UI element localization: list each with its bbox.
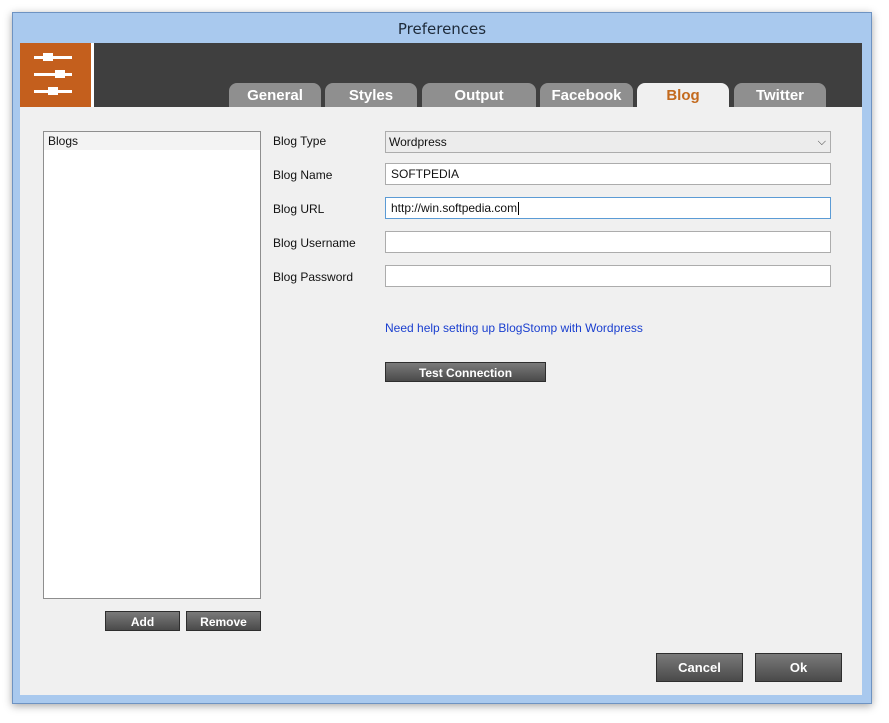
blog-username-label: Blog Username bbox=[273, 236, 356, 250]
blog-url-label: Blog URL bbox=[273, 202, 325, 216]
blog-name-field[interactable]: SOFTPEDIA bbox=[385, 163, 831, 185]
blog-type-label: Blog Type bbox=[273, 134, 327, 148]
tab-blog[interactable]: Blog bbox=[637, 83, 729, 107]
blog-name-value: SOFTPEDIA bbox=[391, 167, 460, 181]
tab-output[interactable]: Output bbox=[422, 83, 536, 107]
tab-general[interactable]: General bbox=[229, 83, 321, 107]
blog-url-field[interactable]: http://win.softpedia.com bbox=[385, 197, 831, 219]
test-connection-button[interactable]: Test Connection bbox=[385, 362, 546, 382]
window-content: General Styles Output Facebook Blog Twit… bbox=[20, 43, 862, 695]
remove-button[interactable]: Remove bbox=[186, 611, 261, 631]
blog-password-field[interactable] bbox=[385, 265, 831, 287]
title-bar[interactable]: Preferences bbox=[13, 13, 871, 43]
blog-type-select[interactable]: Wordpress ⌵ bbox=[385, 131, 831, 153]
cancel-button[interactable]: Cancel bbox=[656, 653, 743, 682]
blog-type-value: Wordpress bbox=[389, 135, 447, 149]
tab-styles[interactable]: Styles bbox=[325, 83, 417, 107]
blog-name-label: Blog Name bbox=[273, 168, 333, 182]
add-button[interactable]: Add bbox=[105, 611, 180, 631]
tab-twitter[interactable]: Twitter bbox=[734, 83, 826, 107]
blogs-list-header: Blogs bbox=[44, 132, 260, 150]
header-bar: General Styles Output Facebook Blog Twit… bbox=[20, 43, 862, 107]
chevron-down-icon: ⌵ bbox=[817, 136, 826, 148]
blogs-list[interactable]: Blogs bbox=[43, 131, 261, 599]
ok-button[interactable]: Ok bbox=[755, 653, 842, 682]
blog-password-label: Blog Password bbox=[273, 270, 354, 284]
preferences-window: Preferences General Styles Output Facebo… bbox=[12, 12, 872, 704]
text-caret bbox=[518, 202, 520, 216]
window-title: Preferences bbox=[397, 20, 487, 38]
tab-facebook[interactable]: Facebook bbox=[540, 83, 633, 107]
blog-username-field[interactable] bbox=[385, 231, 831, 253]
help-link[interactable]: Need help setting up BlogStomp with Word… bbox=[385, 321, 643, 335]
blog-url-value: http://win.softpedia.com bbox=[391, 201, 518, 215]
sliders-icon bbox=[20, 43, 94, 107]
